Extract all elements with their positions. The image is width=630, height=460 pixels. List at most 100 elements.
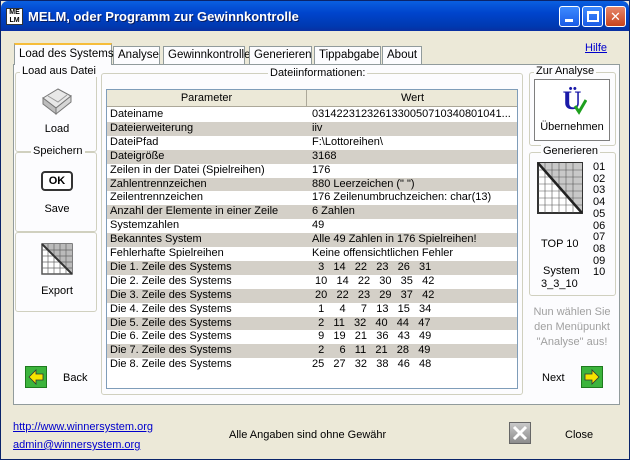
export-label: Export	[41, 285, 73, 297]
cell-parameter: Dateierweiterung	[110, 121, 194, 134]
website-link[interactable]: http://www.winnersystem.org	[13, 421, 153, 433]
table-row[interactable]: Anzahl der Elemente in einer Zeile 6 Zahl…	[107, 205, 517, 220]
cell-parameter: Die 8. Zeile des Systems	[110, 358, 232, 371]
cell-parameter: Dateigröße	[110, 149, 165, 162]
number-item[interactable]: 10	[593, 267, 611, 279]
cell-parameter: Die 6. Zeile des Systems	[110, 330, 232, 343]
table-row[interactable]: Zeilentrennzeichen 176 Zeilenumbruchzeich…	[107, 191, 517, 205]
cell-parameter: Anzahl der Elemente in einer Zeile	[110, 205, 279, 218]
cell-parameter: Systemzahlen	[110, 219, 180, 232]
cell-parameter: Die 3. Zeile des Systems	[110, 288, 232, 301]
tab-about[interactable]: About	[382, 46, 422, 65]
generate-grid-button[interactable]	[537, 162, 583, 217]
email-link[interactable]: admin@winnersystem.org	[13, 439, 140, 451]
table-row[interactable]: Die 3. Zeile des Systems 20 22 23 29 37 …	[107, 288, 517, 303]
cell-parameter: Die 4. Zeile des Systems	[110, 302, 232, 315]
disclaimer-text: Alle Angaben sind ohne Gewähr	[229, 429, 387, 441]
load-label: Load	[44, 123, 70, 135]
hint-line: Nun wählen Sie	[533, 306, 611, 318]
cell-parameter: Die 7. Zeile des Systems	[110, 344, 232, 357]
minimize-icon	[565, 19, 573, 22]
number-item[interactable]: 01	[593, 161, 611, 174]
table-row[interactable]: Zahlentrennzeichen 880 Leerzeichen (" ")	[107, 177, 517, 192]
hint-line: den Menüpunkt	[534, 321, 610, 333]
cell-wert: 880 Leerzeichen (" ")	[312, 177, 415, 190]
top10-label[interactable]: TOP 10	[541, 238, 579, 250]
header-parameter[interactable]: Parameter	[107, 90, 307, 107]
number-item[interactable]: 05	[593, 208, 611, 221]
maximize-button[interactable]	[582, 6, 603, 27]
cell-wert: iiv	[312, 121, 323, 134]
cell-parameter: Die 5. Zeile des Systems	[110, 316, 232, 329]
back-label[interactable]: Back	[63, 372, 87, 384]
tab-load-des-systems[interactable]: Load des Systems	[14, 43, 114, 65]
tab-generieren[interactable]: Generieren	[249, 46, 312, 65]
table-row[interactable]: Dateierweiterung iiv	[107, 121, 517, 136]
cell-parameter: Dateiname	[110, 108, 164, 120]
tab-tippabgabe[interactable]: Tippabgabe	[314, 46, 381, 65]
file-info-table[interactable]: Parameter Wert Dateiname 0314223123261330…	[106, 89, 518, 389]
grid-export-icon	[41, 243, 73, 275]
cell-wert: 20 22 23 29 37 42	[312, 288, 435, 301]
cell-parameter: Die 1. Zeile des Systems	[110, 260, 232, 273]
close-x-icon	[509, 422, 531, 444]
maximize-icon	[587, 11, 599, 22]
system-label: System	[543, 265, 580, 277]
next-button[interactable]	[581, 366, 603, 388]
cell-wert: 176 Zeilenumbruchzeichen: char(13)	[312, 191, 492, 204]
table-row[interactable]: Zeilen in der Datei (Spielreihen) 176	[107, 163, 517, 178]
table-row[interactable]: Bekanntes System Alle 49 Zahlen in 176 Sp…	[107, 233, 517, 247]
table-row[interactable]: Systemzahlen 49	[107, 219, 517, 233]
header-wert[interactable]: Wert	[307, 90, 517, 107]
table-row[interactable]: Die 8. Zeile des Systems 25 27 32 38 46 4…	[107, 358, 517, 372]
generate-number-list: 01 02 03 04 05 06 07 08 09 10	[593, 161, 611, 279]
table-row[interactable]: Die 5. Zeile des Systems 2 11 32 40 44 4…	[107, 316, 517, 331]
table-row[interactable]: Die 2. Zeile des Systems 10 14 22 30 35 …	[107, 274, 517, 289]
hint-text: Nun wählen Sie den Menüpunkt "Analyse" a…	[525, 305, 619, 350]
table-row[interactable]: Dateigröße 3168	[107, 149, 517, 164]
export-button[interactable]: Export	[28, 242, 86, 297]
table-row[interactable]: Fehlerhafte Spielreihen Keine offensichtl…	[107, 247, 517, 261]
cell-wert: 1 4 7 13 15 34	[312, 302, 432, 315]
load-group-title: Load aus Datei	[20, 65, 98, 77]
tab-gewinnkontrolle[interactable]: Gewinnkontrolle	[163, 46, 250, 65]
help-link[interactable]: Hilfe	[585, 42, 607, 54]
table-row[interactable]: Dateiname 0314223123261330050710340801041…	[107, 108, 517, 122]
table-row[interactable]: DateiPfad F:\Lottoreihen\	[107, 135, 517, 150]
info-group-title: Dateiinformationen:	[268, 67, 368, 79]
cell-wert: 10 14 22 30 35 42	[312, 274, 435, 287]
minimize-button[interactable]	[559, 6, 580, 27]
save-button[interactable]: OK Save	[28, 171, 86, 215]
cell-parameter: DateiPfad	[110, 135, 159, 148]
window-title: MELM, oder Programm zur Gewinnkontrolle	[28, 9, 299, 24]
generieren-group-title: Generieren	[541, 145, 601, 157]
title-bar[interactable]: ME LM MELM, oder Programm zur Gewinnkontr…	[1, 1, 629, 31]
uebernehmen-button[interactable]: Ü Übernehmen	[534, 79, 610, 141]
tab-analyse[interactable]: Analyse	[113, 46, 160, 65]
cell-wert: 49	[312, 219, 325, 232]
cell-wert: 2 11 32 40 44 47	[312, 316, 431, 329]
uebernehmen-label: Übernehmen	[540, 121, 604, 133]
analyse-group-title: Zur Analyse	[534, 65, 597, 77]
next-label[interactable]: Next	[542, 372, 565, 384]
cell-parameter: Zeilen in der Datei (Spielreihen)	[110, 163, 265, 176]
cell-wert: 9 19 21 36 43 49	[312, 330, 432, 343]
u-umlaut-icon: Ü	[563, 86, 588, 115]
cell-parameter: Zahlentrennzeichen	[110, 177, 207, 190]
number-item[interactable]: 08	[593, 243, 611, 256]
back-button[interactable]	[25, 366, 47, 388]
hint-line: "Analyse" aus!	[536, 336, 608, 348]
save-group-title: Speichern	[31, 145, 85, 157]
table-row[interactable]: Die 7. Zeile des Systems 2 6 11 21 28 49	[107, 344, 517, 359]
table-row[interactable]: Die 4. Zeile des Systems 1 4 7 13 15 34	[107, 302, 517, 317]
close-window-button[interactable]: ✕	[605, 6, 626, 27]
load-button[interactable]: Load	[28, 86, 86, 135]
table-row[interactable]: Die 6. Zeile des Systems 9 19 21 36 43 4…	[107, 330, 517, 344]
cell-wert: 3 14 22 23 26 31	[312, 260, 432, 273]
app-icon: ME LM	[6, 8, 23, 25]
generate-grid-icon	[537, 162, 583, 214]
cell-wert: F:\Lottoreihen\	[312, 135, 383, 148]
cell-wert: 3168	[312, 149, 337, 162]
arrow-right-icon	[584, 369, 600, 385]
table-row[interactable]: Die 1. Zeile des Systems 3 14 22 23 26 3…	[107, 260, 517, 275]
